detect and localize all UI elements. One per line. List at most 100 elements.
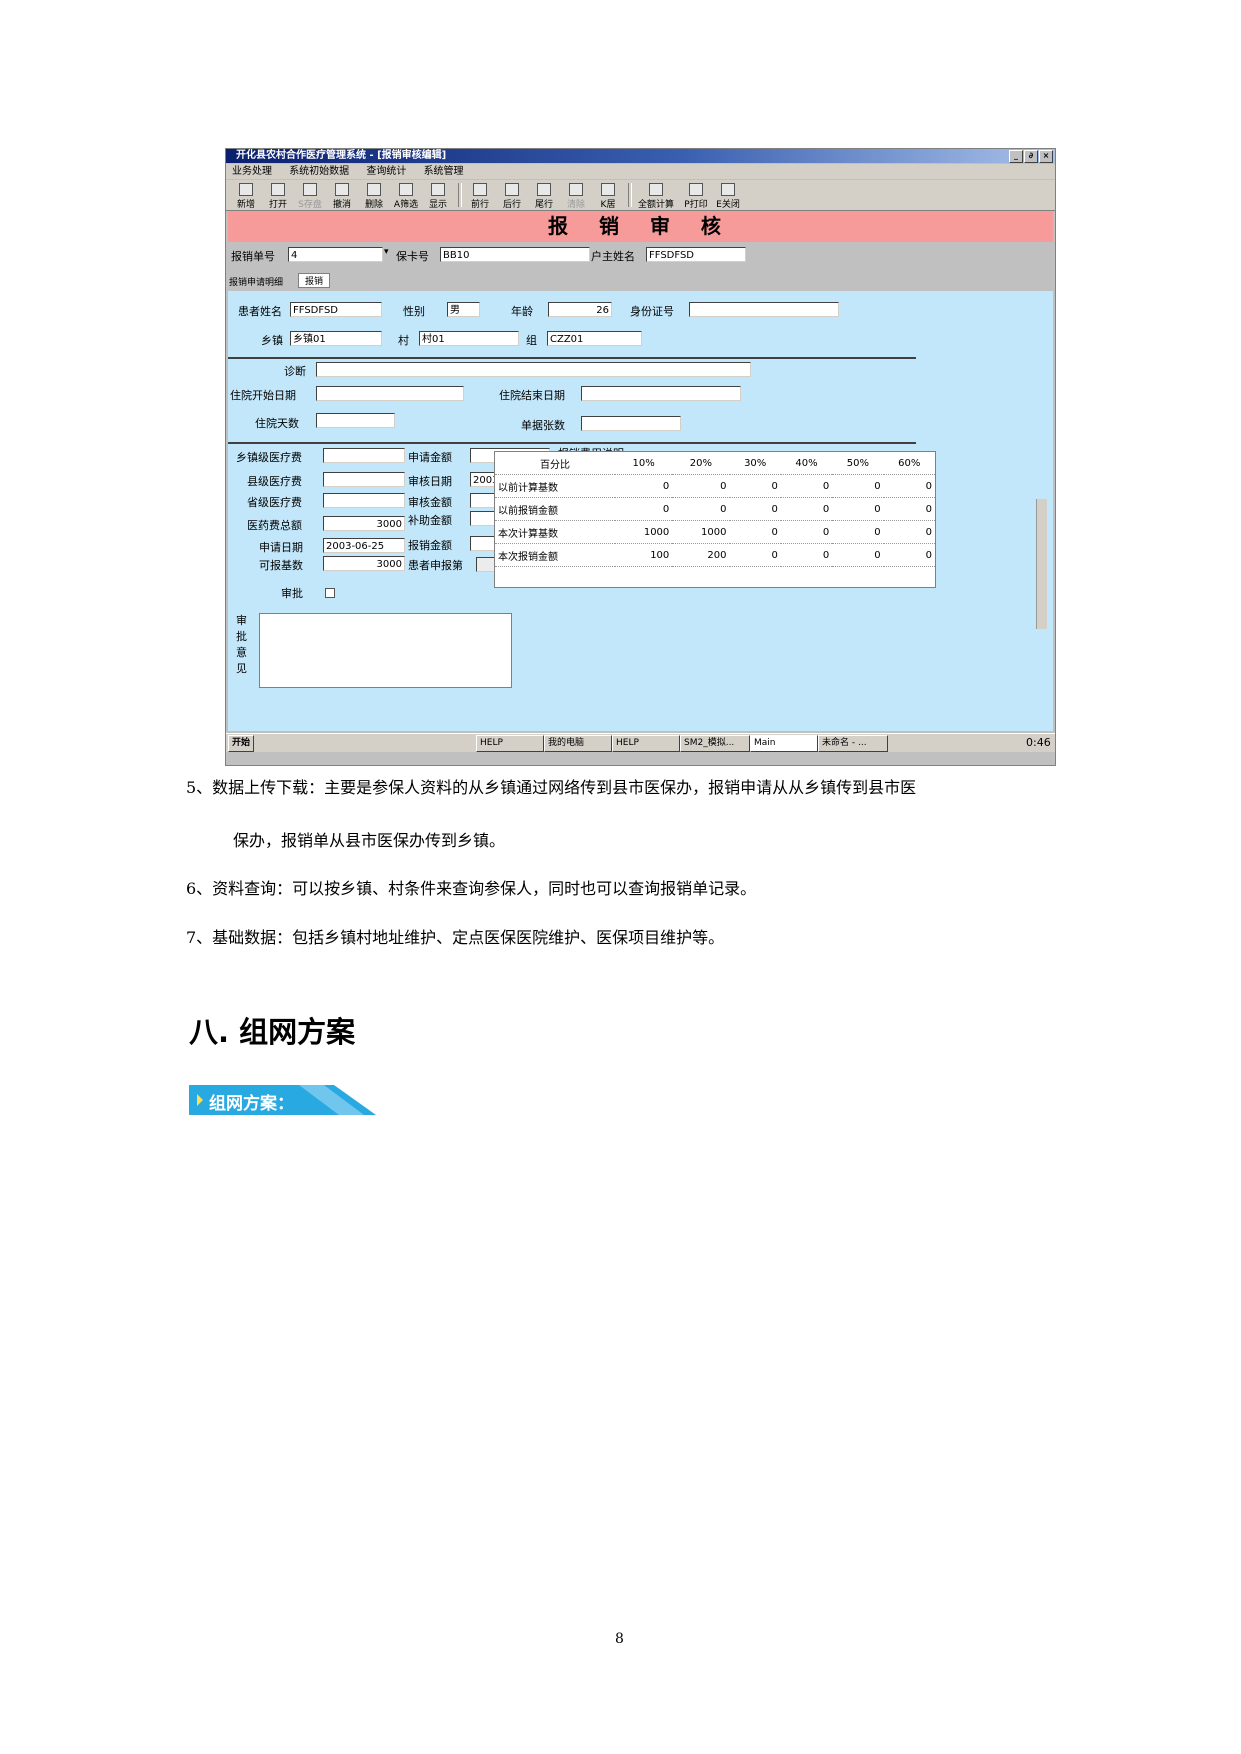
grid-cell[interactable]: 0	[780, 474, 833, 498]
claim-no-field[interactable]: 4	[288, 247, 383, 262]
tab-claim-detail[interactable]: 报销申请明细	[229, 275, 283, 288]
grid-cell[interactable]: 0	[729, 543, 781, 567]
prov-fee-field[interactable]	[323, 493, 405, 508]
town-field[interactable]: 乡镇01	[290, 331, 382, 346]
village-field[interactable]: 村01	[419, 331, 519, 346]
grid-row-label: 以前报销金额	[495, 497, 616, 521]
prev-row-button[interactable]: 前行	[464, 182, 496, 210]
apply-date-field[interactable]: 2003-06-25	[323, 538, 405, 553]
grid-cell[interactable]: 0	[615, 497, 673, 521]
filter-button[interactable]: A筛选	[390, 182, 422, 210]
task-sm2[interactable]: SM2_模拟...	[680, 735, 750, 752]
end-date-field[interactable]	[581, 386, 741, 401]
percent-grid: 百分比 10% 20% 30% 40% 50% 60% 以前计算基数 0 0 0…	[494, 451, 936, 588]
home-button[interactable]: K居	[592, 182, 624, 210]
grid-cell[interactable]: 0	[832, 520, 884, 544]
card-no-field[interactable]: BB10	[440, 247, 590, 262]
grid-cell[interactable]: 1000	[672, 520, 730, 544]
grid-cell[interactable]: 0	[883, 520, 935, 544]
task-help[interactable]: HELP	[476, 735, 544, 752]
grid-cell[interactable]: 0	[729, 520, 781, 544]
diagnosis-field[interactable]	[316, 362, 751, 377]
maximize-button[interactable]: ∂	[1024, 150, 1038, 163]
task-help-2[interactable]: HELP	[612, 735, 680, 752]
show-icon	[431, 183, 445, 196]
grid-cell[interactable]: 0	[883, 474, 935, 498]
menu-item-business[interactable]: 业务处理	[232, 166, 272, 177]
owner-field[interactable]: FFSDFSD	[646, 247, 746, 262]
grid-cell[interactable]: 0	[832, 474, 884, 498]
tab-reimburse[interactable]: 报销	[298, 273, 331, 288]
menu-item-admin[interactable]: 系统管理	[424, 166, 464, 177]
full-calc-button[interactable]: 全额计算	[634, 182, 678, 210]
age-field[interactable]: 26	[548, 302, 612, 317]
task-my-computer[interactable]: 我的电脑	[544, 735, 612, 752]
calculator-icon	[649, 183, 663, 196]
close-button[interactable]: ×	[1039, 150, 1053, 163]
down-arrow-icon	[505, 183, 519, 196]
grid-cell[interactable]: 0	[883, 497, 935, 521]
save-button[interactable]: S存盘	[294, 182, 326, 210]
open-button[interactable]: 打开	[262, 182, 294, 210]
prov-fee-label: 省级医疗费	[247, 496, 302, 509]
grid-cell[interactable]: 200	[672, 543, 730, 567]
approve-checkbox[interactable]	[325, 588, 335, 598]
app-screenshot: 开化县农村合作医疗管理系统 - [报销审核编辑] _ ∂ × 业务处理 系统初始…	[225, 148, 1056, 766]
last-row-button[interactable]: 尾行	[528, 182, 560, 210]
delete-button[interactable]: 删除	[358, 182, 390, 210]
grid-cell[interactable]: 100	[615, 543, 673, 567]
start-date-field[interactable]	[316, 386, 464, 401]
days-field[interactable]	[316, 413, 395, 428]
grid-cell[interactable]: 0	[780, 520, 833, 544]
grid-row[interactable]: 本次报销金额 100 200 0 0 0 0	[495, 543, 935, 567]
town-fee-field[interactable]	[323, 448, 405, 463]
gender-field[interactable]: 男	[447, 302, 480, 317]
grid-row[interactable]: 本次计算基数 1000 1000 0 0 0 0	[495, 520, 935, 544]
county-fee-field[interactable]	[323, 472, 405, 487]
new-button[interactable]: 新增	[230, 182, 262, 210]
grid-cell[interactable]: 0	[615, 474, 673, 498]
group-field[interactable]: CZZ01	[547, 331, 642, 346]
claim-no-dropdown[interactable]: ▾	[384, 247, 389, 257]
grid-row[interactable]: 以前报销金额 0 0 0 0 0 0	[495, 497, 935, 521]
task-untitled[interactable]: 未命名 - ...	[818, 735, 888, 752]
grid-cell[interactable]: 0	[729, 474, 781, 498]
id-field[interactable]	[689, 302, 839, 317]
total-field[interactable]: 3000	[323, 516, 405, 531]
grid-cell[interactable]: 0	[780, 543, 833, 567]
taskbar: 开始 HELP 我的电脑 HELP SM2_模拟... Main 未命名 - .…	[226, 733, 1055, 752]
patient-name-field[interactable]: FFSDFSD	[290, 302, 382, 317]
grid-cell[interactable]: 0	[780, 497, 833, 521]
gender-label: 性别	[403, 305, 425, 318]
opinion-textarea[interactable]	[259, 613, 512, 688]
menu-item-init-data[interactable]: 系统初始数据	[289, 166, 349, 177]
approve-label: 审批	[281, 587, 303, 600]
task-main[interactable]: Main	[750, 735, 818, 752]
grid-cell[interactable]: 0	[672, 474, 730, 498]
minimize-button[interactable]: _	[1009, 150, 1023, 163]
grid-cell[interactable]: 0	[832, 543, 884, 567]
grid-cell[interactable]: 1000	[615, 520, 673, 544]
close-form-button[interactable]: E关闭	[712, 182, 744, 210]
grid-col-header: 50%	[832, 452, 884, 475]
patient-name-label: 患者姓名	[238, 305, 282, 318]
show-button[interactable]: 显示	[422, 182, 454, 210]
grid-scrollbar[interactable]	[1036, 499, 1047, 629]
opinion-label: 审批意见	[236, 614, 247, 675]
audit-amt-label: 审核金额	[408, 496, 452, 509]
next-row-button[interactable]: 后行	[496, 182, 528, 210]
undo-button[interactable]: 撤消	[326, 182, 358, 210]
grid-cell[interactable]: 0	[832, 497, 884, 521]
grid-row-label: 以前计算基数	[495, 474, 616, 498]
print-button[interactable]: P打印	[680, 182, 712, 210]
clear-button[interactable]: 清除	[560, 182, 592, 210]
start-button[interactable]: 开始	[228, 735, 255, 752]
grid-row[interactable]: 以前计算基数 0 0 0 0 0 0	[495, 474, 935, 498]
menu-item-query[interactable]: 查询统计	[366, 166, 406, 177]
grid-cell[interactable]: 0	[672, 497, 730, 521]
grid-cell[interactable]: 0	[883, 543, 935, 567]
grid-cell[interactable]: 0	[729, 497, 781, 521]
total-label: 医药费总额	[247, 519, 302, 532]
base-field[interactable]: 3000	[323, 556, 405, 571]
docs-field[interactable]	[581, 416, 681, 431]
